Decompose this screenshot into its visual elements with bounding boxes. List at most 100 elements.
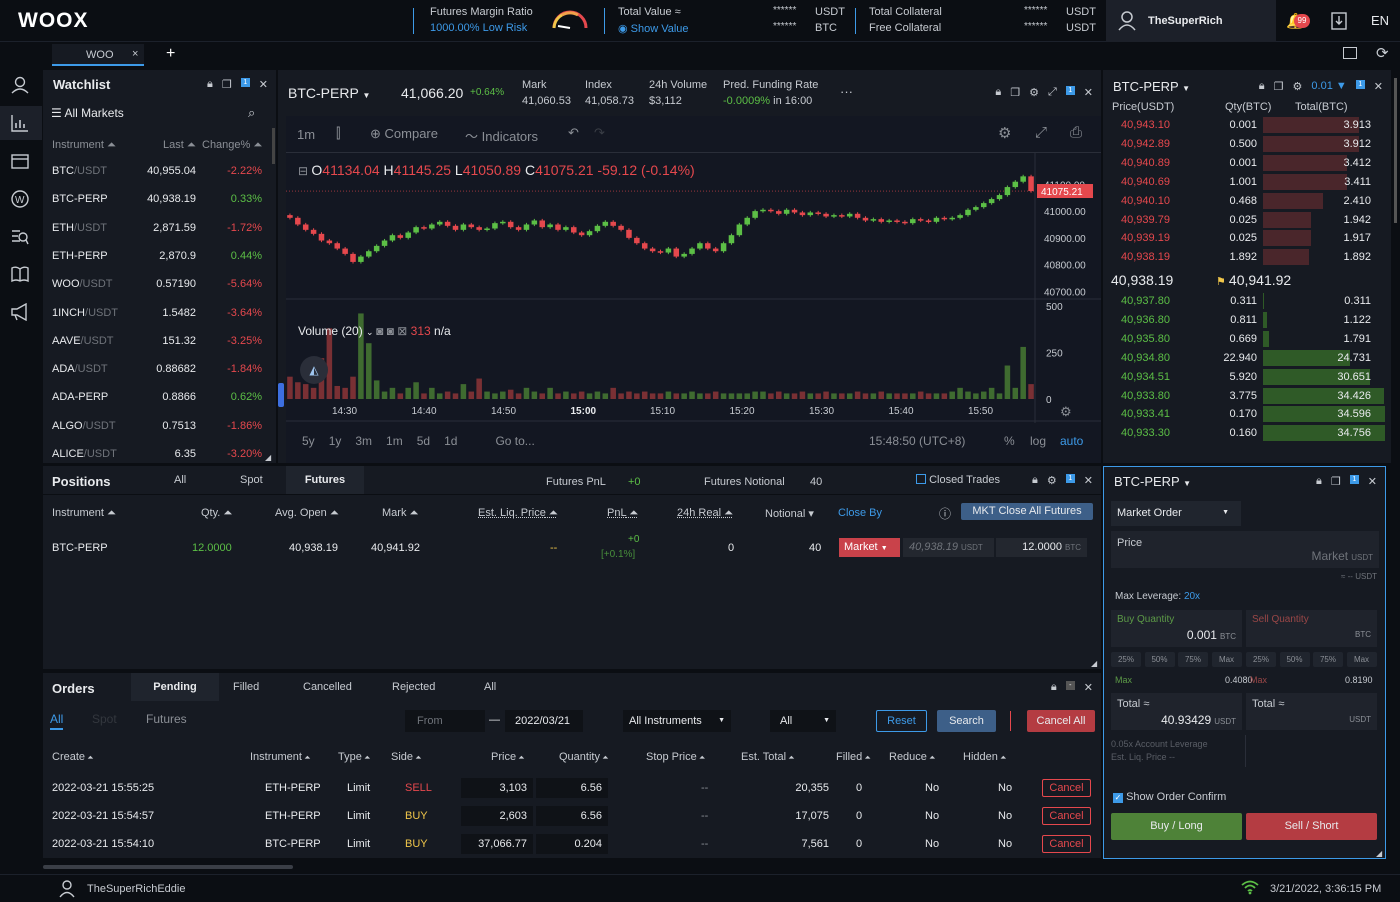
show-confirm-checkbox[interactable]: ✓ Show Order Confirm: [1113, 791, 1226, 803]
lock-icon[interactable]: 🔒︎: [1259, 80, 1265, 93]
close-icon[interactable]: ✕: [1368, 475, 1377, 488]
from-date-input[interactable]: From: [405, 710, 485, 732]
price-field[interactable]: Price Market USDT: [1111, 531, 1379, 568]
reset-button[interactable]: Reset: [876, 710, 927, 732]
ask-row[interactable]: 40,943.10 0.001 3.913: [1103, 116, 1391, 134]
announcement-icon[interactable]: [11, 302, 31, 324]
ask-row[interactable]: 40,940.10 0.468 2.410: [1103, 192, 1391, 210]
close-icon[interactable]: ✕: [1374, 80, 1383, 93]
watchlist-row[interactable]: 1INCH/USDT 1.5482 -3.64%: [43, 307, 271, 329]
order-qty-input[interactable]: 6.56: [536, 806, 608, 826]
col-change[interactable]: Change% ⏶: [202, 139, 262, 152]
tab-cancelled[interactable]: Cancelled: [303, 681, 352, 693]
order-qty-input[interactable]: 0.204: [536, 834, 608, 854]
add-tab-button[interactable]: +: [166, 45, 175, 63]
tab-futures[interactable]: Futures: [286, 466, 364, 494]
show-value-button[interactable]: ◉ Show Value: [618, 22, 689, 35]
pos-col-mark[interactable]: Mark ⏶: [382, 507, 418, 520]
cancel-order-button[interactable]: Cancel: [1042, 807, 1091, 825]
buy-pct-3-button[interactable]: Max: [1211, 652, 1242, 667]
tab-filled[interactable]: Filled: [233, 681, 259, 693]
range-1y[interactable]: 1y: [329, 434, 342, 448]
panel-badge-icon[interactable]: 1: [1349, 475, 1359, 484]
lock-icon[interactable]: 🔒︎: [995, 86, 1001, 99]
cancel-all-button[interactable]: Cancel All: [1027, 710, 1095, 732]
pos-col-instrument[interactable]: Instrument ⏶: [52, 507, 116, 520]
search-icon[interactable]: ⌕: [248, 105, 255, 121]
pos-col-qty[interactable]: Qty. ⏶: [201, 507, 232, 520]
panel-badge-icon[interactable]: -: [1065, 681, 1075, 690]
order-price-input[interactable]: 37,066.77: [461, 834, 533, 854]
watchlist-row[interactable]: WOO/USDT 0.57190 -5.64%: [43, 278, 271, 300]
percent-toggle[interactable]: %: [1004, 434, 1015, 448]
order-col-side[interactable]: Side ⏶: [391, 751, 422, 763]
logo[interactable]: WOOX: [18, 9, 89, 33]
watchlist-row[interactable]: AAVE/USDT 151.32 -3.25%: [43, 335, 271, 357]
trade-chart-icon[interactable]: [0, 106, 42, 140]
buy-pct-2-button[interactable]: 75%: [1178, 652, 1208, 667]
popout-icon[interactable]: ❐: [222, 78, 232, 91]
cancel-order-button[interactable]: Cancel: [1042, 779, 1091, 797]
chart-fullscreen-icon[interactable]: ⤢: [1035, 124, 1047, 141]
undo-icon[interactable]: ↶: [568, 125, 579, 141]
chart-sidebar-handle[interactable]: [278, 383, 284, 407]
ask-row[interactable]: 40,939.79 0.025 1.942: [1103, 211, 1391, 229]
order-col-type[interactable]: Type ⏶: [338, 751, 370, 763]
resize-handle-icon[interactable]: ◢: [1091, 659, 1097, 668]
candle-type-icon[interactable]: ⫿: [336, 125, 340, 142]
range-1d[interactable]: 1d: [444, 434, 457, 448]
auto-toggle[interactable]: auto: [1060, 434, 1083, 448]
bid-row[interactable]: 40,933.30 0.160 34.756: [1103, 424, 1391, 442]
goto-button[interactable]: Go to...: [495, 434, 534, 448]
popout-icon[interactable]: ❐: [1274, 80, 1284, 93]
form-symbol-selector[interactable]: BTC-PERP ▼: [1114, 474, 1191, 489]
refresh-icon[interactable]: ⟳: [1376, 44, 1389, 62]
interval-selector[interactable]: 1m: [297, 127, 315, 142]
pos-col-avg-open[interactable]: Avg. Open ⏶: [275, 507, 339, 520]
watchlist-row[interactable]: ETH/USDT 2,871.59 -1.72%: [43, 222, 271, 244]
side-filter[interactable]: All ▼: [770, 710, 836, 732]
buy-total-field[interactable]: Total ≈ 40.93429 USDT: [1111, 693, 1242, 730]
order-col-hidden[interactable]: Hidden ⏶: [963, 751, 1006, 763]
order-col-price[interactable]: Price ⏶: [491, 751, 525, 763]
order-price-input[interactable]: 3,103: [461, 778, 533, 798]
col-last[interactable]: Last ⏶: [163, 139, 196, 152]
settings-icon[interactable]: ◙: [387, 324, 394, 338]
close-icon[interactable]: ✕: [259, 78, 268, 91]
tab-woo[interactable]: WOO ×: [52, 44, 144, 66]
all-markets-selector[interactable]: ☰ All Markets: [51, 106, 124, 120]
pos-col-real[interactable]: 24h Real ⏶: [677, 507, 733, 520]
ask-row[interactable]: 40,942.89 0.500 3.912: [1103, 135, 1391, 153]
instrument-filter[interactable]: All Instruments ▼: [623, 710, 731, 732]
book-icon[interactable]: [11, 265, 29, 286]
scrollbar[interactable]: [272, 128, 275, 164]
subtab-futures[interactable]: Futures: [146, 712, 187, 726]
pos-col-notional[interactable]: Notional ▾: [765, 507, 814, 520]
watchlist-row[interactable]: ALICE/USDT 6.35 -3.20%: [43, 448, 271, 463]
resize-handle-icon[interactable]: ◢: [265, 453, 271, 462]
lock-icon[interactable]: 🔒︎: [207, 78, 213, 91]
orderbook-symbol-selector[interactable]: BTC-PERP ▼: [1113, 79, 1190, 94]
bid-row[interactable]: 40,933.41 0.170 34.596: [1103, 405, 1391, 423]
close-icon[interactable]: ✕: [1084, 681, 1093, 694]
sell-short-button[interactable]: Sell / Short: [1246, 813, 1377, 840]
ask-row[interactable]: 40,940.89 0.001 3.412: [1103, 154, 1391, 172]
sell-pct-0-button[interactable]: 25%: [1246, 652, 1276, 667]
compare-button[interactable]: ⊕ Compare: [370, 126, 438, 142]
panel-badge-icon[interactable]: 1: [240, 78, 250, 87]
watchlist-row[interactable]: ADA-PERP 0.8866 0.62%: [43, 391, 271, 413]
candlestick-chart[interactable]: 41100.0041000.0040900.0040800.0040700.00…: [286, 153, 1101, 463]
popout-icon[interactable]: ❐: [1010, 86, 1020, 99]
sell-qty-input[interactable]: Sell Quantity BTC: [1246, 610, 1377, 647]
tab-all[interactable]: All: [174, 474, 186, 486]
fullscreen-icon[interactable]: ⤢: [1048, 86, 1057, 99]
to-date-input[interactable]: 2022/03/21: [505, 710, 583, 732]
tab-spot[interactable]: Spot: [240, 474, 263, 486]
close-tab-icon[interactable]: ×: [132, 48, 138, 60]
range-3m[interactable]: 3m: [355, 434, 372, 448]
chart-settings-icon[interactable]: ⚙: [998, 124, 1011, 142]
ask-row[interactable]: 40,940.69 1.001 3.411: [1103, 173, 1391, 191]
tab-rejected[interactable]: Rejected: [392, 681, 435, 693]
watchlist-row[interactable]: BTC/USDT 40,955.04 -2.22%: [43, 165, 271, 187]
tab-all-orders[interactable]: All: [484, 681, 496, 693]
